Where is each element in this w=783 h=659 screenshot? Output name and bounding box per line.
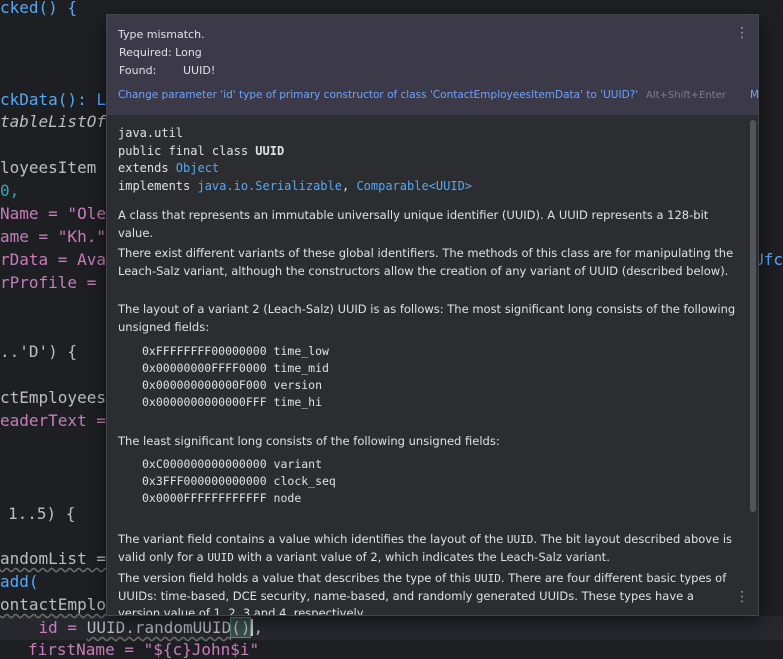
doc-more-options-icon[interactable]: ⋮ (735, 590, 749, 604)
found-label: Found: (119, 64, 157, 77)
doc-paragraph: A class that represents an immutable uni… (118, 208, 709, 240)
uuid-random-call[interactable]: UUID.randomUUID (87, 618, 232, 637)
code-line-id: id = UUID.randomUUID(), (0, 617, 264, 638)
code-line: tableListOf (0, 112, 106, 131)
code-line: loyeesItem (0, 158, 97, 177)
code-line: 1..5) { (8, 504, 76, 523)
code-line: Name = "Ole (0, 204, 106, 223)
doc-paragraph: The layout of a variant 2 (Leach-Salz) U… (118, 302, 736, 334)
code-line: 0, (0, 181, 20, 200)
code-line: ame = "Kh." (0, 227, 106, 246)
doc-scrollbar[interactable] (750, 120, 756, 512)
code-line: rData = Ava (0, 250, 106, 269)
code-line: cked() { (0, 0, 78, 17)
found-type: UUID! (183, 64, 216, 77)
serializable-link[interactable]: java.io.Serializable (197, 179, 342, 193)
more-actions-link[interactable]: M (750, 89, 758, 101)
code-line: ctEmployees (0, 388, 106, 407)
quickfix-shortcut: Alt+Shift+Enter (646, 90, 726, 101)
documentation-section: java.util public final class UUID extend… (107, 115, 758, 615)
code-line: eaderText = (0, 411, 106, 430)
comparable-link[interactable]: Comparable (356, 179, 428, 193)
code-line: andomList = (0, 549, 106, 568)
doc-paragraph: There exist different variants of these … (118, 246, 734, 278)
class-declaration: java.util public final class UUID extend… (118, 126, 473, 193)
more-options-icon[interactable]: ⋮ (735, 26, 749, 40)
code-line: rProfile = (0, 273, 97, 292)
doc-paragraph: The least significant long consists of t… (118, 434, 500, 448)
code-line: ckData(): L (0, 90, 106, 109)
matched-parens: () (230, 617, 252, 638)
object-link[interactable]: Object (176, 161, 219, 175)
error-title: Type mismatch. (118, 28, 205, 41)
doc-paragraph: The version field holds a value that des… (118, 571, 727, 616)
doc-paragraph: The variant field contains a value which… (118, 532, 733, 564)
error-section: Type mismatch. Required: Long Found: UUI… (107, 15, 758, 115)
quick-documentation-popup[interactable]: Type mismatch. Required: Long Found: UUI… (106, 14, 759, 616)
code-line: ontactEmplo (0, 595, 106, 614)
required-type: Required: Long (119, 46, 202, 59)
code-line: add( (0, 572, 39, 591)
quickfix-change-parameter-link[interactable]: Change parameter 'id' type of primary co… (118, 89, 638, 101)
code-line: ..'D') { (0, 342, 78, 361)
msb-fields: 0xFFFFFFFF00000000 time_low 0x00000000FFF… (142, 344, 329, 409)
lsb-fields: 0xC000000000000000 variant 0x3FFF00000000… (142, 457, 336, 505)
code-line: firstName = "${c}John$i" (28, 640, 260, 659)
